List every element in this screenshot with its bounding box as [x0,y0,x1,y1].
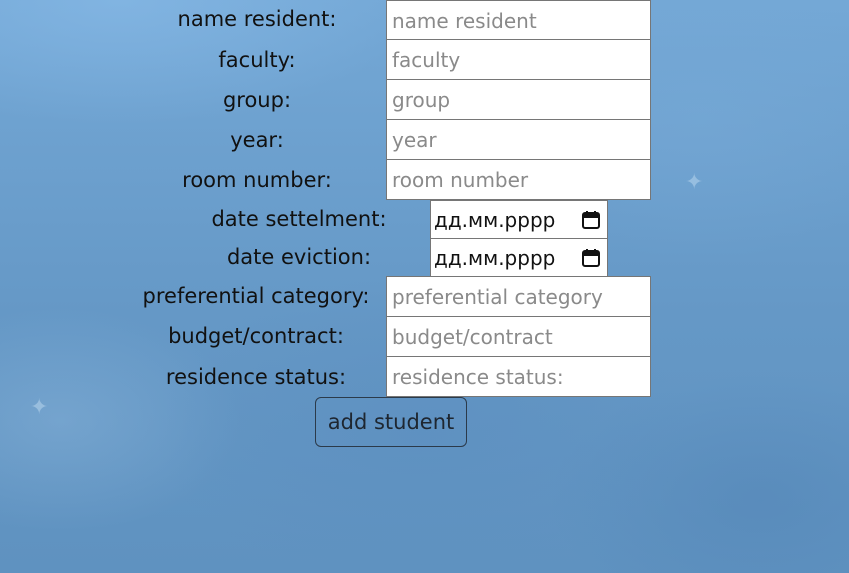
preferential-category-label: preferential category: [142,284,370,308]
year-input[interactable] [386,119,651,160]
room-number-input[interactable] [386,159,651,200]
date-eviction-label: date eviction: [226,245,372,269]
residence-status-input[interactable] [386,356,651,397]
add-student-button[interactable]: add student [315,397,467,447]
calendar-icon[interactable] [580,247,602,269]
name-resident-input[interactable] [386,0,651,41]
date-eviction-input[interactable]: дд.мм.рррр [430,238,608,277]
background-speck: ✦ [685,170,704,195]
faculty-input[interactable] [386,39,651,80]
date-eviction-value: дд.мм.рррр [434,245,556,270]
calendar-icon[interactable] [580,209,602,231]
group-input[interactable] [386,79,651,120]
year-label: year: [230,128,284,152]
background-speck: ✦ [30,395,49,420]
date-settlement-input[interactable]: дд.мм.рррр [430,200,608,239]
faculty-label: faculty: [218,48,296,72]
residence-status-label: residence status: [165,365,347,389]
room-number-label: room number: [182,168,332,192]
date-settlement-label: date settelment: [211,207,387,231]
name-resident-label: name resident: [177,7,337,31]
budget-contract-label: budget/contract: [168,324,344,348]
group-label: group: [222,88,292,112]
date-settlement-value: дд.мм.рррр [434,207,556,232]
budget-contract-input[interactable] [386,316,651,357]
preferential-category-input[interactable] [386,276,651,317]
page: { "form": { "fields": [ {"label": "name … [0,0,849,573]
